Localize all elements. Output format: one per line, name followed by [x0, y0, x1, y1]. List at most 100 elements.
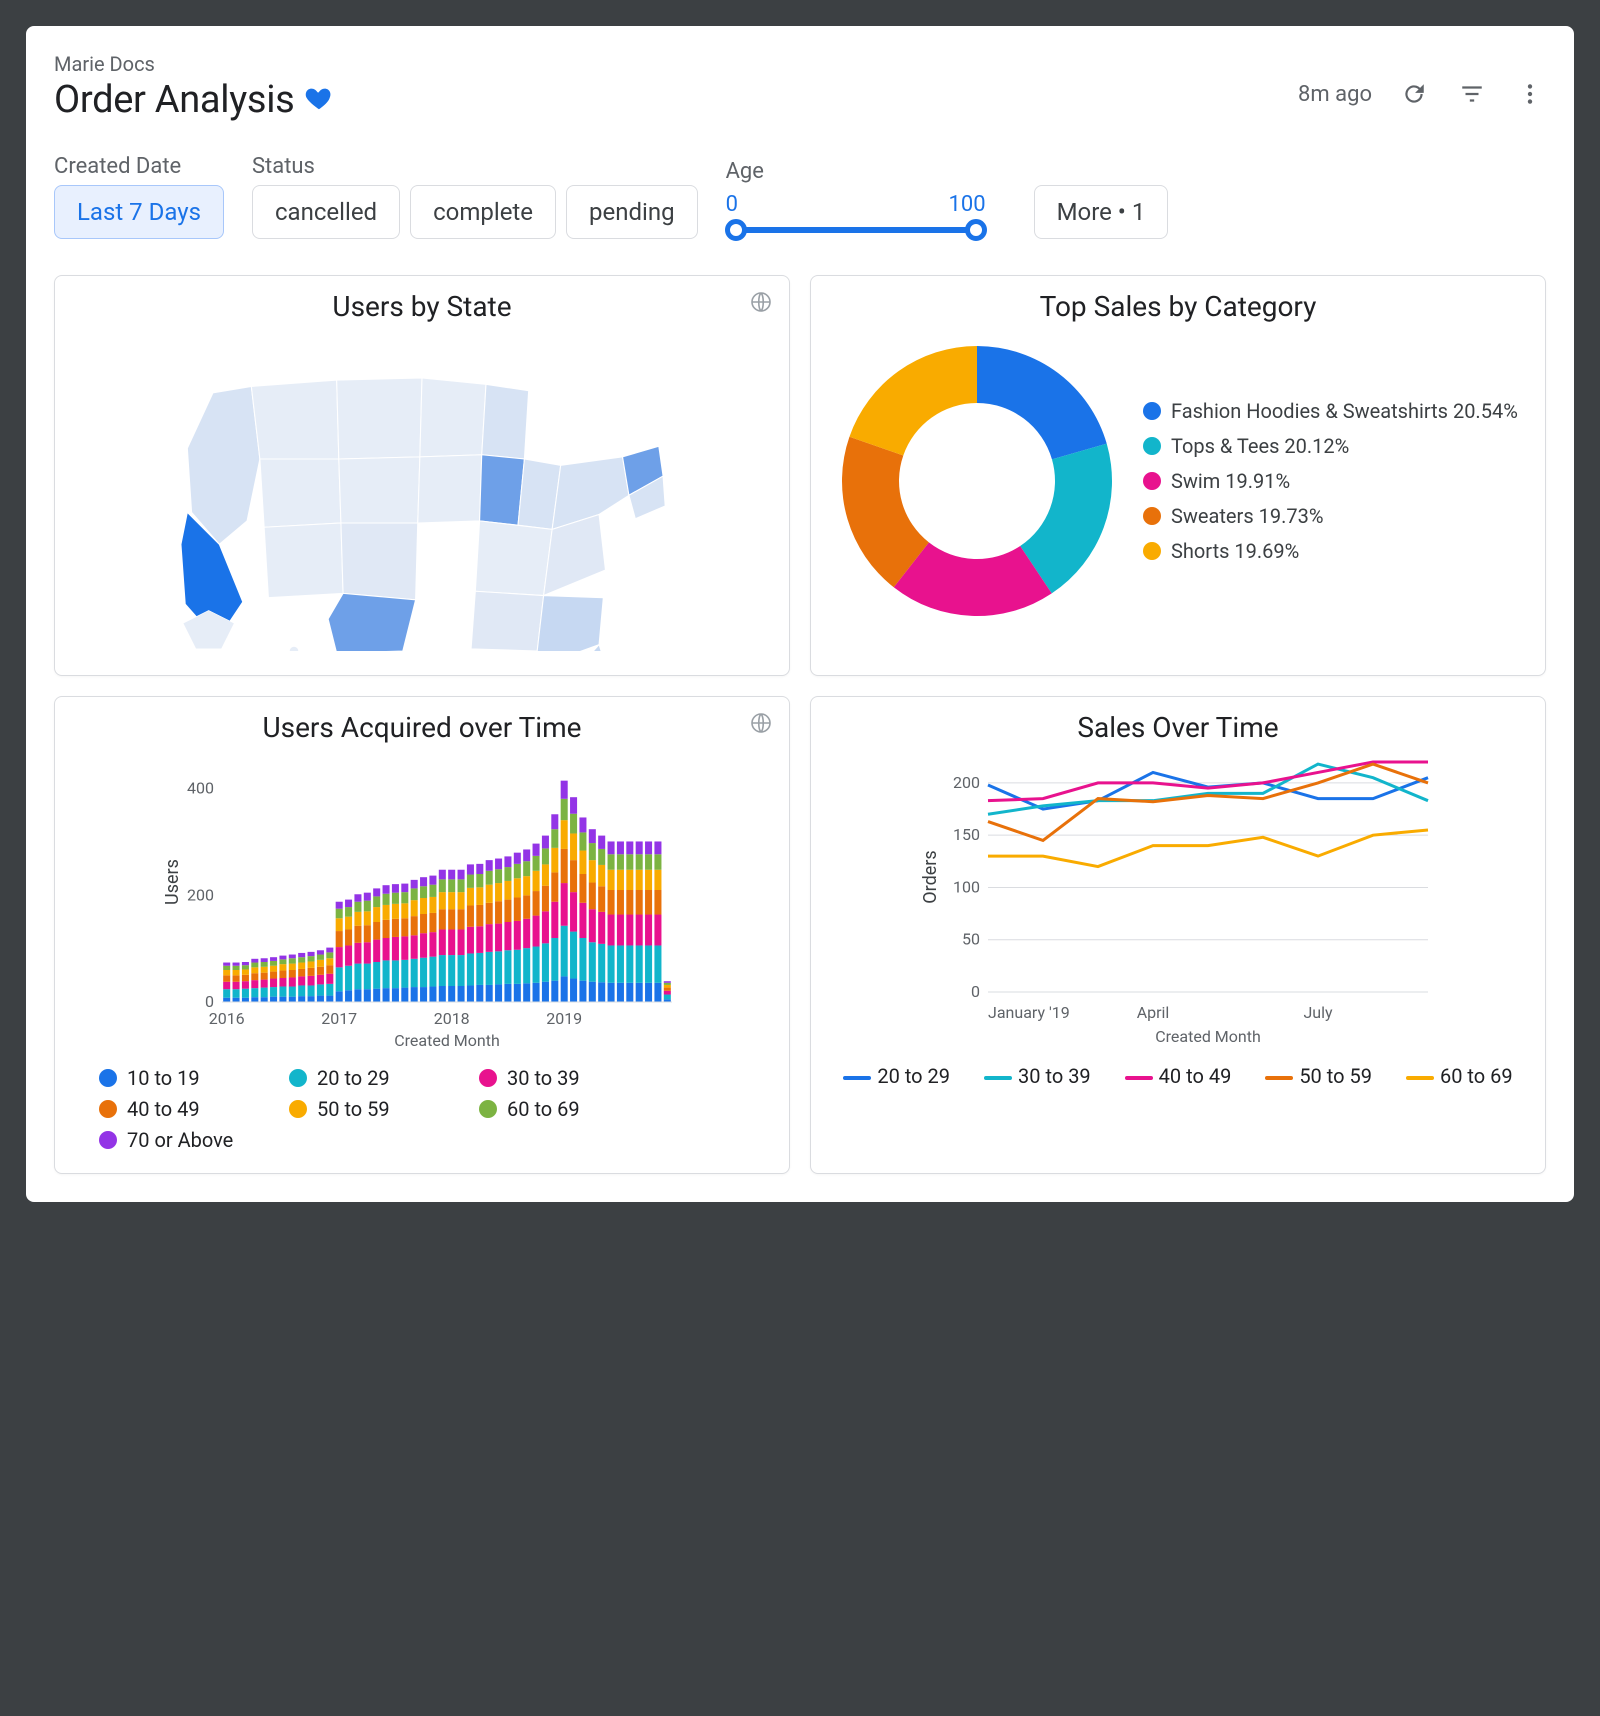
legend-label: Shorts 19.69%	[1171, 539, 1299, 564]
svg-text:400: 400	[187, 779, 214, 798]
filter-icon[interactable]	[1456, 78, 1488, 110]
age-range-slider[interactable]	[726, 221, 986, 239]
svg-text:January '19: January '19	[988, 1003, 1070, 1022]
legend-item[interactable]: 40 to 49	[99, 1097, 259, 1122]
legend-label: 30 to 39	[507, 1066, 580, 1091]
legend-label: 70 or Above	[127, 1128, 233, 1153]
dashboard-sheet: Marie Docs Order Analysis 8m ago Creat	[26, 26, 1574, 1202]
legend-item[interactable]: 20 to 29	[289, 1066, 449, 1091]
legend-color-icon	[1143, 507, 1161, 525]
legend-label: 50 to 59	[317, 1097, 390, 1122]
svg-text:2016: 2016	[209, 1009, 245, 1028]
stacked-legend: 10 to 19 20 to 29 30 to 39 40 to 49 50 to 59…	[71, 1066, 773, 1153]
legend-item[interactable]: 40 to 49	[1125, 1064, 1232, 1088]
slider-thumb-min[interactable]	[725, 219, 747, 241]
tile-top-sales[interactable]: Top Sales by Category Fashion Hoodies & …	[810, 275, 1546, 676]
svg-text:2019: 2019	[546, 1009, 582, 1028]
tile-users-acquired[interactable]: Users Acquired over Time 0200400Users201…	[54, 696, 790, 1174]
legend-item[interactable]: Sweaters 19.73%	[1143, 504, 1518, 529]
svg-text:April: April	[1137, 1003, 1170, 1022]
svg-text:Users: Users	[162, 859, 183, 905]
legend-item[interactable]: 60 to 69	[479, 1097, 639, 1122]
svg-text:200: 200	[187, 885, 214, 904]
tile-title: Users Acquired over Time	[71, 711, 773, 744]
chip-pending[interactable]: pending	[566, 185, 698, 239]
chip-last-7-days[interactable]: Last 7 Days	[54, 185, 224, 239]
donut-chart[interactable]	[827, 331, 1127, 631]
legend-item[interactable]: 60 to 69	[1406, 1064, 1513, 1088]
breadcrumb[interactable]: Marie Docs	[54, 52, 334, 76]
line-chart[interactable]: 050100150200OrdersJanuary '19AprilJulyCr…	[827, 752, 1529, 1052]
slider-thumb-max[interactable]	[965, 219, 987, 241]
legend-color-icon	[1143, 402, 1161, 420]
filter-age: Age 0 100	[726, 159, 986, 239]
legend-label: 50 to 59	[1299, 1064, 1372, 1088]
svg-text:50: 50	[962, 930, 980, 949]
svg-text:2018: 2018	[434, 1009, 470, 1028]
legend-label: 60 to 69	[507, 1097, 580, 1122]
legend-color-icon	[1143, 542, 1161, 560]
legend-line-icon	[1265, 1076, 1293, 1080]
legend-label: Fashion Hoodies & Sweatshirts 20.54%	[1171, 399, 1518, 424]
legend-line-icon	[984, 1076, 1012, 1080]
legend-label: 20 to 29	[317, 1066, 390, 1091]
legend-item[interactable]: Fashion Hoodies & Sweatshirts 20.54%	[1143, 399, 1518, 424]
tile-title: Sales Over Time	[827, 711, 1529, 744]
legend-item[interactable]: 20 to 29	[843, 1064, 950, 1088]
tile-title: Top Sales by Category	[827, 290, 1529, 323]
page-title: Order Analysis	[54, 78, 294, 122]
line-legend: 20 to 29 30 to 39 40 to 49 50 to 59 60 to 69	[827, 1064, 1529, 1088]
donut-legend: Fashion Hoodies & Sweatshirts 20.54% Tops…	[1143, 399, 1518, 564]
legend-label: 60 to 69	[1440, 1064, 1513, 1088]
filter-bar: Created Date Last 7 Days Status cancelle…	[54, 154, 1546, 239]
chip-more-filters[interactable]: More • 1	[1034, 185, 1169, 239]
chip-complete[interactable]: complete	[410, 185, 556, 239]
legend-item[interactable]: Tops & Tees 20.12%	[1143, 434, 1518, 459]
filter-label: Created Date	[54, 154, 224, 179]
legend-color-icon	[289, 1069, 307, 1087]
last-updated: 8m ago	[1298, 82, 1372, 107]
legend-color-icon	[1143, 472, 1161, 490]
age-min: 0	[726, 192, 738, 217]
legend-item[interactable]: 30 to 39	[984, 1064, 1091, 1088]
refresh-icon[interactable]	[1398, 78, 1430, 110]
filter-status: Status cancelled complete pending	[252, 154, 698, 239]
svg-text:Created Month: Created Month	[1155, 1027, 1261, 1046]
chip-cancelled[interactable]: cancelled	[252, 185, 400, 239]
legend-label: Swim 19.91%	[1171, 469, 1290, 494]
favorite-icon[interactable]	[304, 83, 334, 117]
legend-item[interactable]: Swim 19.91%	[1143, 469, 1518, 494]
legend-item[interactable]: 70 or Above	[99, 1128, 259, 1153]
filter-more: More • 1	[1034, 154, 1169, 239]
age-max: 100	[948, 192, 985, 217]
legend-label: Tops & Tees 20.12%	[1171, 434, 1349, 459]
stacked-bar-chart[interactable]: 0200400Users2016201720182019Created Mont…	[71, 752, 773, 1052]
svg-text:0: 0	[971, 982, 980, 1001]
legend-item[interactable]: 10 to 19	[99, 1066, 259, 1091]
legend-color-icon	[99, 1131, 117, 1149]
spacer	[1034, 154, 1169, 179]
us-map[interactable]	[71, 331, 773, 651]
header: Marie Docs Order Analysis 8m ago	[54, 52, 1546, 122]
svg-text:Orders: Orders	[920, 850, 941, 903]
legend-color-icon	[479, 1069, 497, 1087]
legend-item[interactable]: 50 to 59	[289, 1097, 449, 1122]
tile-users-by-state[interactable]: Users by State	[54, 275, 790, 676]
legend-line-icon	[843, 1076, 871, 1080]
legend-color-icon	[289, 1100, 307, 1118]
legend-line-icon	[1406, 1076, 1434, 1080]
legend-item[interactable]: 30 to 39	[479, 1066, 639, 1091]
more-vert-icon[interactable]	[1514, 78, 1546, 110]
legend-item[interactable]: 50 to 59	[1265, 1064, 1372, 1088]
svg-text:150: 150	[953, 825, 980, 844]
filter-label: Status	[252, 154, 698, 179]
legend-color-icon	[99, 1069, 117, 1087]
svg-text:Created Month: Created Month	[394, 1031, 500, 1050]
svg-text:100: 100	[953, 877, 980, 896]
tile-grid: Users by State	[54, 275, 1546, 1174]
legend-item[interactable]: Shorts 19.69%	[1143, 539, 1518, 564]
legend-label: 40 to 49	[127, 1097, 200, 1122]
svg-text:2017: 2017	[321, 1009, 357, 1028]
legend-label: 10 to 19	[127, 1066, 200, 1091]
tile-sales-over-time[interactable]: Sales Over Time 050100150200OrdersJanuar…	[810, 696, 1546, 1174]
